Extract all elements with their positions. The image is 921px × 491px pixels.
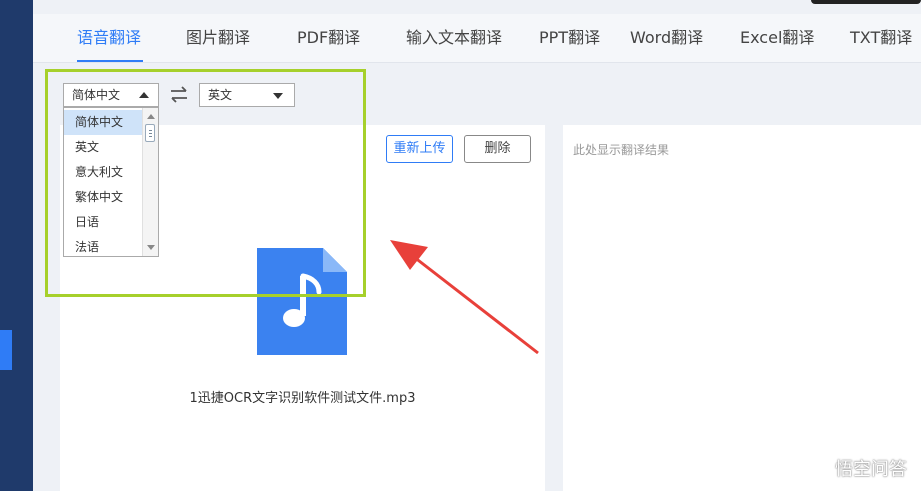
result-placeholder: 此处显示翻译结果 (573, 143, 670, 157)
annotation-highlight-box (45, 69, 366, 297)
tab-ppt-translate[interactable]: PPT翻译 (539, 14, 600, 62)
top-strip (33, 0, 921, 14)
result-panel: 此处显示翻译结果 (563, 125, 921, 491)
tab-word-translate[interactable]: Word翻译 (630, 14, 703, 62)
tab-pdf-translate[interactable]: PDF翻译 (297, 14, 360, 62)
wukong-logo-icon (798, 463, 823, 477)
sidebar-active-indicator[interactable] (0, 330, 12, 370)
watermark: 悟空问答 (797, 455, 907, 481)
tab-excel-translate[interactable]: Excel翻译 (740, 14, 814, 62)
delete-button[interactable]: 删除 (464, 135, 531, 163)
file-name: 1迅捷OCR文字识别软件测试文件.mp3 (189, 391, 416, 406)
tab-image-translate[interactable]: 图片翻译 (186, 14, 250, 62)
annotation-arrow-icon (390, 240, 539, 355)
left-sidebar (0, 0, 33, 491)
tab-bar: 语音翻译 图片翻译 PDF翻译 输入文本翻译 PPT翻译 Word翻译 Exce… (33, 14, 921, 63)
tab-text-translate[interactable]: 输入文本翻译 (406, 14, 502, 62)
watermark-text: 悟空问答 (835, 459, 907, 480)
reupload-button[interactable]: 重新上传 (386, 135, 453, 163)
top-window-control (811, 0, 921, 4)
tab-txt-translate[interactable]: TXT翻译 (850, 14, 912, 62)
tab-voice-translate[interactable]: 语音翻译 (77, 14, 141, 62)
main-content: 重新上传 删除 1迅捷OCR文字识别软件测试文件.mp3 此处显示翻译结果 简体… (33, 63, 921, 491)
active-tab-underline (77, 60, 143, 62)
